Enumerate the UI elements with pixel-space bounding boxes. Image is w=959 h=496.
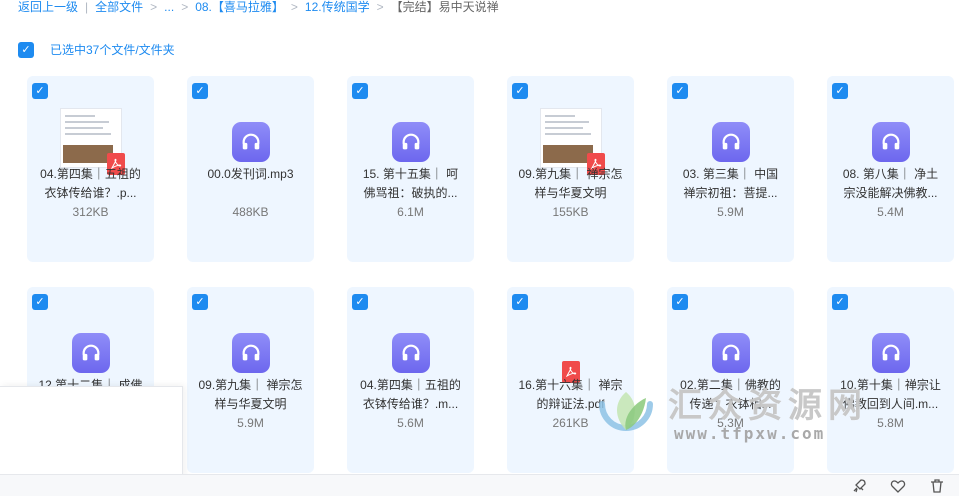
- file-card[interactable]: ✓ 04.第四集｜五祖的衣钵传给谁？.m... 5.6M: [347, 287, 474, 473]
- file-checkbox[interactable]: ✓: [832, 294, 848, 310]
- audio-file-icon: [871, 333, 910, 373]
- file-size: 5.4M: [877, 205, 904, 219]
- file-name: 04.第四集｜五祖的衣钵传给谁？.m...: [360, 378, 461, 411]
- file-name: 08. 第八集｜ 净土宗没能解决佛教...: [842, 167, 939, 200]
- file-name: 10.第十集｜禅宗让佛教回到人间.m...: [840, 378, 941, 411]
- breadcrumb-himalaya[interactable]: 08.【喜马拉雅】: [195, 0, 284, 14]
- breadcrumb-arrow: >: [150, 0, 158, 14]
- file-name: 09.第九集｜ 禅宗怎样与华夏文明: [198, 378, 303, 411]
- file-thumbnail: [27, 319, 154, 373]
- audio-file-icon: [391, 122, 430, 162]
- heart-icon[interactable]: [890, 478, 906, 494]
- audio-file-icon: [711, 122, 750, 162]
- audio-file-icon: [71, 333, 110, 373]
- file-size: 6.1M: [397, 205, 424, 219]
- file-name: 09.第九集｜ 禅宗怎样与华夏文明: [518, 167, 623, 200]
- audio-file-icon: [871, 122, 910, 162]
- selection-count-label: 已选中37个文件/文件夹: [50, 43, 175, 57]
- file-thumbnail: [667, 319, 794, 373]
- audio-file-icon: [231, 333, 270, 373]
- file-card[interactable]: ✓ 10.第十集｜禅宗让佛教回到人间.m... 5.8M: [827, 287, 954, 473]
- breadcrumb-guoxue[interactable]: 12.传统国学: [305, 0, 370, 14]
- file-thumbnail: [827, 108, 954, 162]
- audio-file-icon: [231, 122, 270, 162]
- file-size: 312KB: [72, 205, 109, 219]
- file-thumbnail: [187, 319, 314, 373]
- file-checkbox[interactable]: ✓: [192, 83, 208, 99]
- file-thumbnail: [347, 108, 474, 162]
- breadcrumb-arrow: >: [181, 0, 189, 14]
- file-thumbnail: [507, 319, 634, 383]
- file-thumbnail: [347, 319, 474, 373]
- headphones-icon: [882, 344, 899, 361]
- file-size: 155KB: [552, 205, 589, 219]
- file-checkbox[interactable]: ✓: [192, 294, 208, 310]
- file-thumbnail: [827, 319, 954, 373]
- file-checkbox[interactable]: ✓: [672, 83, 688, 99]
- breadcrumb-arrow: >: [290, 0, 298, 14]
- file-card[interactable]: ✓ 15. 第十五集｜ 呵佛骂祖：破执的... 6.1M: [347, 76, 474, 262]
- file-checkbox[interactable]: ✓: [672, 294, 688, 310]
- file-checkbox[interactable]: ✓: [352, 294, 368, 310]
- file-size: 488KB: [232, 205, 269, 219]
- context-panel: [0, 386, 183, 480]
- file-checkbox[interactable]: ✓: [32, 294, 48, 310]
- file-thumbnail: [507, 108, 634, 175]
- file-size: 5.8M: [877, 416, 904, 430]
- breadcrumb-ellipsis[interactable]: ...: [164, 0, 174, 14]
- headphones-icon: [402, 344, 419, 361]
- file-name: 15. 第十五集｜ 呵佛骂祖：破执的...: [362, 167, 459, 200]
- breadcrumb-arrow: >: [376, 0, 384, 14]
- audio-file-icon: [711, 333, 750, 373]
- selection-summary: ✓ 已选中37个文件/文件夹: [18, 41, 175, 58]
- headphones-icon: [722, 344, 739, 361]
- file-card[interactable]: ✓ 16.第十六集｜ 禅宗的辩证法.pdf 261KB: [507, 287, 634, 473]
- pdf-preview-image: [59, 108, 125, 175]
- breadcrumb: 返回上一级 | 全部文件 > ... > 08.【喜马拉雅】 > 12.传统国学…: [18, 0, 499, 14]
- file-card[interactable]: ✓ 09.第九集｜ 禅宗怎样与华夏文明 155KB: [507, 76, 634, 262]
- file-thumbnail: [27, 108, 154, 175]
- file-thumbnail: [187, 108, 314, 162]
- pdf-preview-image: [539, 108, 605, 175]
- file-name: 00.0发刊词.mp3: [207, 167, 294, 181]
- file-card[interactable]: ✓ 02.第二集｜佛教的传递：衣钵相... 5.3M: [667, 287, 794, 473]
- file-name: 02.第二集｜佛教的传递：衣钵相...: [680, 378, 781, 411]
- file-card[interactable]: ✓ 08. 第八集｜ 净土宗没能解决佛教... 5.4M: [827, 76, 954, 262]
- file-size: 5.9M: [717, 205, 744, 219]
- headphones-icon: [242, 344, 259, 361]
- file-card[interactable]: ✓ 00.0发刊词.mp3 488KB: [187, 76, 314, 262]
- file-name: 04.第四集｜五祖的衣钵传给谁？.p...: [40, 167, 141, 200]
- file-card[interactable]: ✓ 03. 第三集｜ 中国禅宗初祖：菩提... 5.9M: [667, 76, 794, 262]
- file-checkbox[interactable]: ✓: [512, 83, 528, 99]
- file-size: 5.6M: [397, 416, 424, 430]
- file-checkbox[interactable]: ✓: [32, 83, 48, 99]
- headphones-icon: [402, 133, 419, 150]
- file-thumbnail: [667, 108, 794, 162]
- bottom-toolbar: [0, 474, 959, 496]
- rocket-icon[interactable]: [851, 478, 867, 494]
- breadcrumb-divider: |: [85, 0, 89, 14]
- trash-icon[interactable]: [929, 478, 945, 494]
- file-card[interactable]: ✓ 04.第四集｜五祖的衣钵传给谁？.p... 312KB: [27, 76, 154, 262]
- headphones-icon: [82, 344, 99, 361]
- audio-file-icon: [391, 333, 430, 373]
- breadcrumb-all-files[interactable]: 全部文件: [95, 0, 143, 14]
- file-card[interactable]: ✓ 09.第九集｜ 禅宗怎样与华夏文明 5.9M: [187, 287, 314, 473]
- headphones-icon: [882, 133, 899, 150]
- file-checkbox[interactable]: ✓: [352, 83, 368, 99]
- file-size: 5.3M: [717, 416, 744, 430]
- file-name: 16.第十六集｜ 禅宗的辩证法.pdf: [518, 378, 623, 411]
- file-checkbox[interactable]: ✓: [512, 294, 528, 310]
- headphones-icon: [722, 133, 739, 150]
- file-size: 261KB: [552, 416, 589, 430]
- breadcrumb-current: 【完结】易中天说禅: [390, 0, 499, 14]
- file-checkbox[interactable]: ✓: [832, 83, 848, 99]
- select-all-checkbox[interactable]: ✓: [18, 41, 34, 58]
- back-link[interactable]: 返回上一级: [18, 0, 78, 14]
- file-name: 03. 第三集｜ 中国禅宗初祖：菩提...: [682, 167, 779, 200]
- file-size: 5.9M: [237, 416, 264, 430]
- headphones-icon: [242, 133, 259, 150]
